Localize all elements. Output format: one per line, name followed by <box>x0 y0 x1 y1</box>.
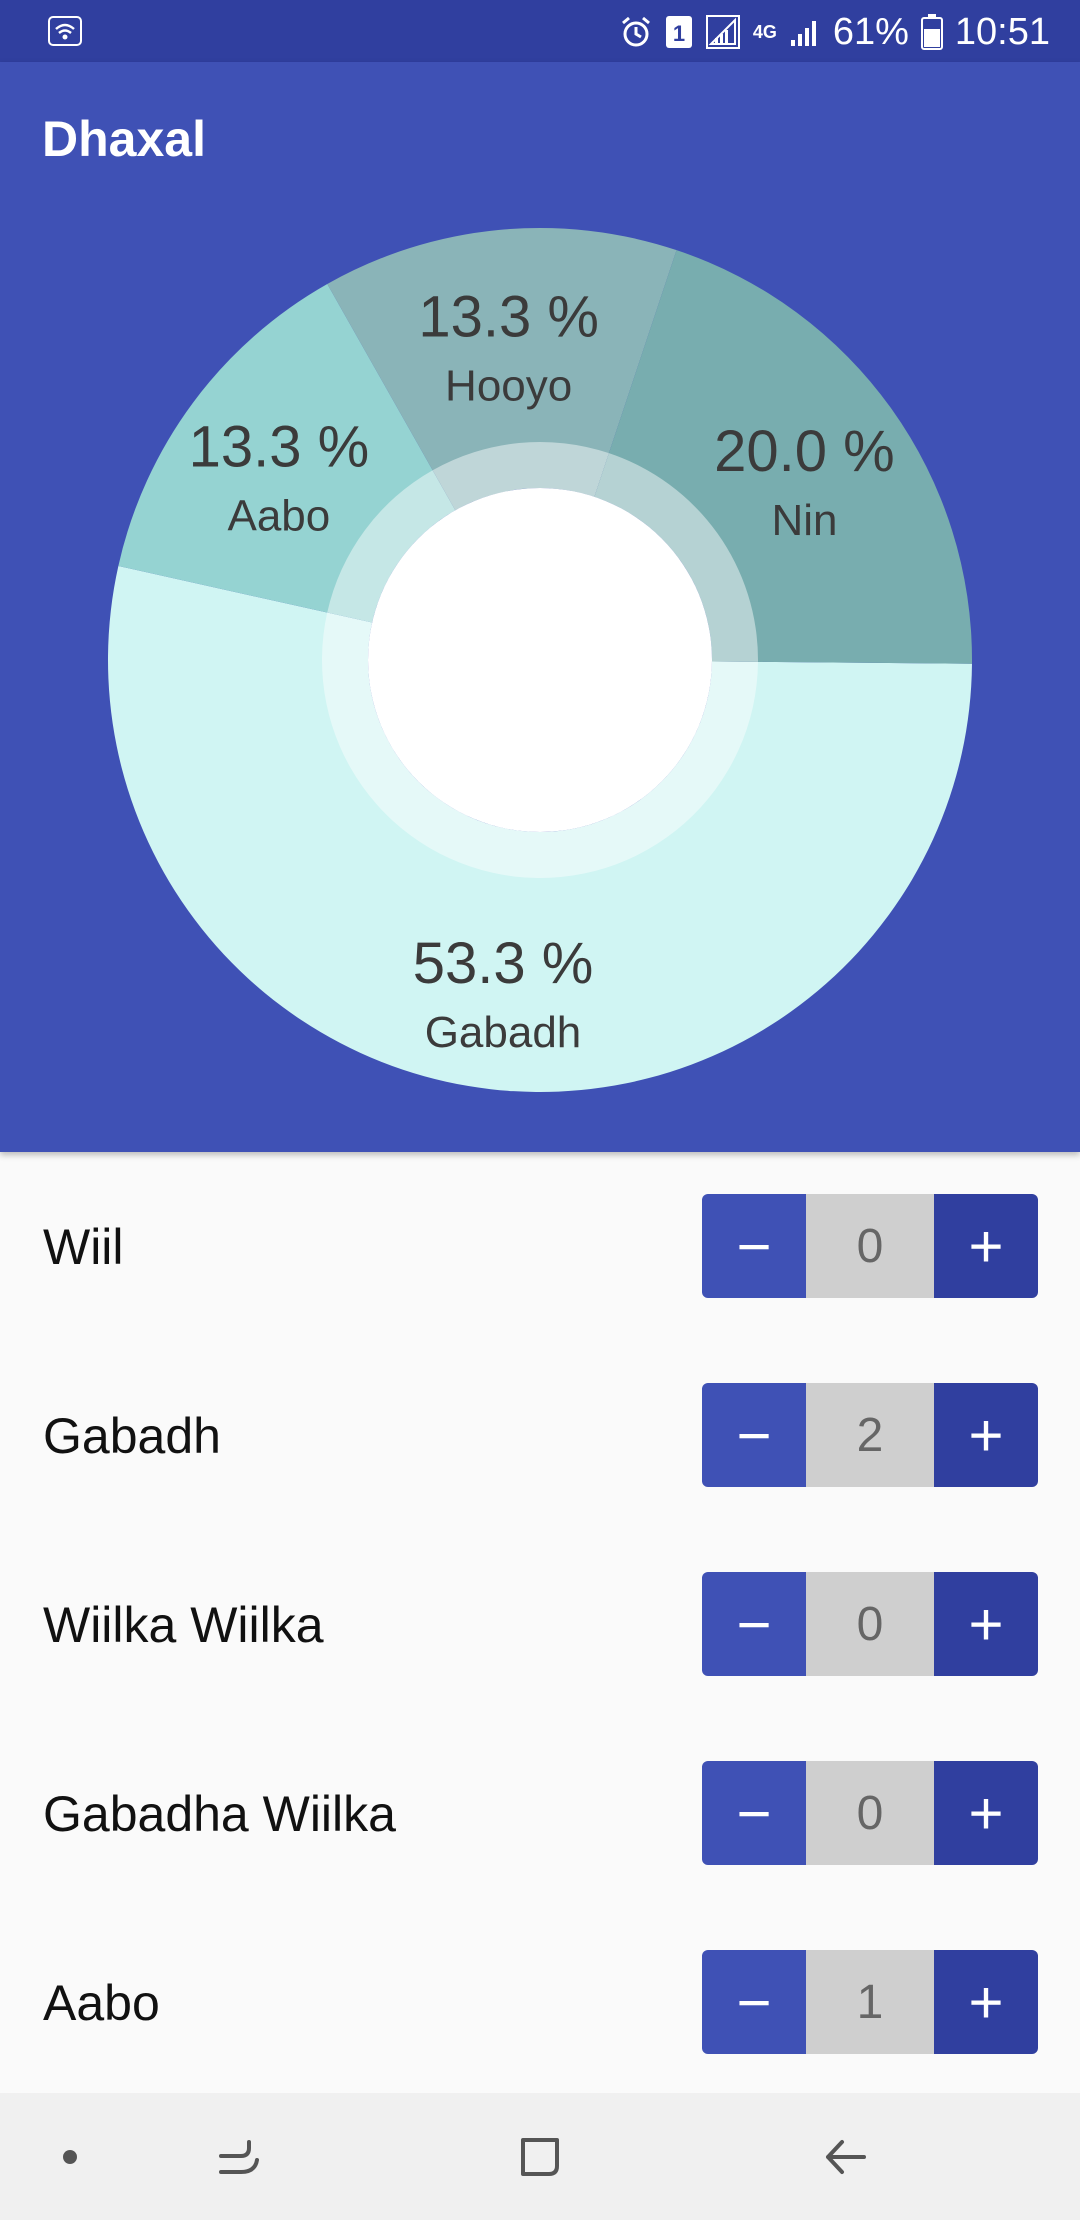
quantity-stepper: − 1 + <box>702 1950 1038 2054</box>
svg-text:1: 1 <box>673 21 685 46</box>
list-item: Wiil − 0 + <box>0 1152 1080 1341</box>
slice-percent-label: 20.0 % <box>714 419 895 484</box>
network-4g-icon: 4G <box>752 22 777 42</box>
quantity-value: 1 <box>806 1950 934 2054</box>
quantity-stepper: − 0 + <box>702 1761 1038 1865</box>
row-label: Wiilka Wiilka <box>43 1596 324 1653</box>
increment-button[interactable]: + <box>934 1194 1038 1298</box>
donut-hole <box>368 488 712 832</box>
increment-button[interactable]: + <box>934 1383 1038 1487</box>
increment-button[interactable]: + <box>934 1761 1038 1865</box>
decrement-button[interactable]: − <box>702 1950 806 2054</box>
list-item: Wiilka Wiilka − 0 + <box>0 1530 1080 1719</box>
relatives-list: Wiil − 0 + Gabadh − 2 + Wiilka Wiilka − … <box>0 1152 1080 2092</box>
decrement-button[interactable]: − <box>702 1383 806 1487</box>
quantity-value: 0 <box>806 1572 934 1676</box>
list-item: Gabadh − 2 + <box>0 1341 1080 1530</box>
decrement-button[interactable]: − <box>702 1572 806 1676</box>
quantity-stepper: − 0 + <box>702 1194 1038 1298</box>
row-label: Gabadha Wiilka <box>43 1785 396 1842</box>
list-item: Aabo − 1 + <box>0 1908 1080 2097</box>
row-label: Gabadh <box>43 1407 221 1464</box>
signal-icon <box>789 16 821 48</box>
slice-percent-label: 13.3 % <box>418 285 599 350</box>
quantity-value: 0 <box>806 1761 934 1865</box>
donut-chart: 53.3 % Gabadh 13.3 % Aabo 13.3 % Hooyo 20.0 % N… <box>107 228 972 1093</box>
alarm-icon <box>619 15 653 49</box>
slice-name-label: Gabadh <box>425 1008 582 1057</box>
quantity-value: 0 <box>806 1194 934 1298</box>
slice-percent-label: 13.3 % <box>189 415 370 480</box>
wifi-icon <box>48 16 82 46</box>
increment-button[interactable]: + <box>934 1572 1038 1676</box>
slice-name-label: Hooyo <box>445 362 572 411</box>
clock: 10:51 <box>954 10 1050 53</box>
decrement-button[interactable]: − <box>702 1761 806 1865</box>
home-icon[interactable] <box>500 2093 580 2220</box>
increment-button[interactable]: + <box>934 1950 1038 2054</box>
row-label: Aabo <box>43 1974 160 2031</box>
sim-icon: 1 <box>665 15 693 49</box>
list-item: Gabadha Wiilka − 0 + <box>0 1719 1080 1908</box>
app-title: Dhaxal <box>42 111 206 167</box>
slice-percent-label: 53.3 % <box>413 931 594 996</box>
quantity-value: 2 <box>806 1383 934 1487</box>
quantity-stepper: − 2 + <box>702 1383 1038 1487</box>
quantity-stepper: − 0 + <box>702 1572 1038 1676</box>
battery-percent: 61% <box>832 10 909 53</box>
chart-header: 53.3 % Gabadh 13.3 % Aabo 13.3 % Hooyo 20.0 % N… <box>0 62 1080 1152</box>
slice-name-label: Nin <box>771 496 837 545</box>
row-label: Wiil <box>43 1218 124 1275</box>
decrement-button[interactable]: − <box>702 1194 806 1298</box>
battery-icon <box>920 14 943 50</box>
status-bar: 1 4G 61% 10:51 <box>0 0 1080 62</box>
signal-icon <box>705 14 741 50</box>
navigation-bar <box>0 2093 1080 2220</box>
slice-name-label: Aabo <box>227 492 330 541</box>
back-icon[interactable] <box>805 2093 885 2220</box>
dot-icon[interactable] <box>40 2093 100 2220</box>
recent-apps-icon[interactable] <box>200 2093 280 2220</box>
